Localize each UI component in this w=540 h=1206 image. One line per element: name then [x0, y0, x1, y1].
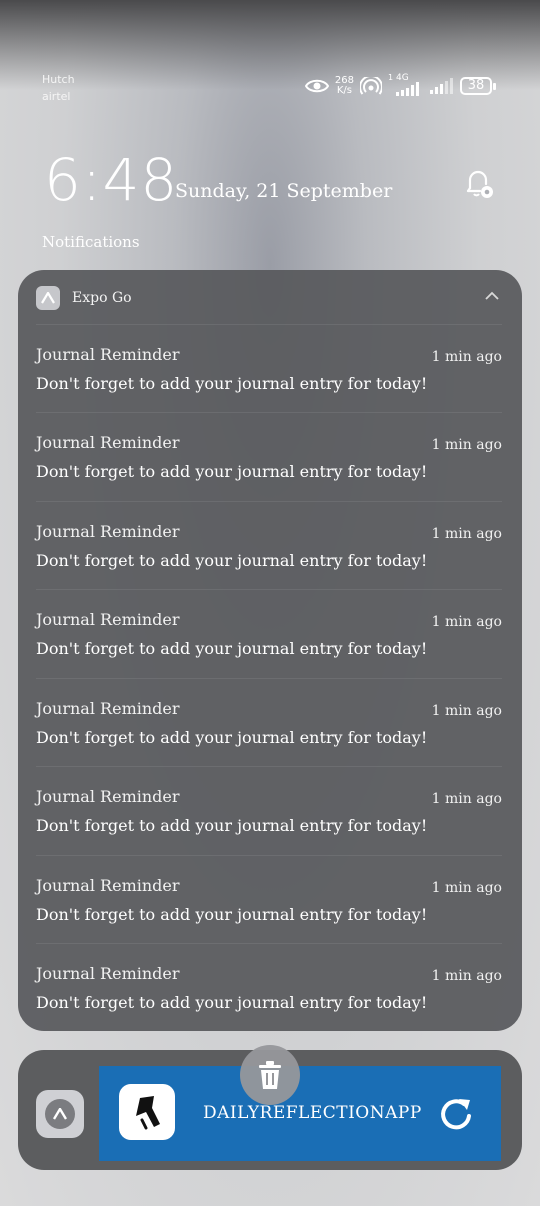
notification-time: 1 min ago [431, 437, 502, 453]
status-icons: 268 K/s 1 4G 38 [304, 73, 496, 96]
notification-title: Journal Reminder [36, 964, 180, 983]
clear-all-button[interactable] [240, 1045, 300, 1105]
notification-body: Don't forget to add your journal entry f… [36, 816, 428, 835]
notification-time: 1 min ago [431, 349, 502, 365]
trash-icon [259, 1061, 281, 1089]
sim-1-signal: 1 4G [388, 73, 424, 96]
notification-title: Journal Reminder [36, 522, 180, 541]
signal-icon [396, 82, 419, 96]
running-app-label: DAILYREFLECTIONAPP [203, 1103, 422, 1123]
refresh-icon[interactable] [437, 1094, 477, 1134]
expo-icon[interactable] [36, 1090, 84, 1138]
signal-icon [430, 78, 453, 94]
notification-body: Don't forget to add your journal entry f… [36, 728, 428, 747]
notification-item[interactable]: Journal Reminder 1 min ago Don't forget … [36, 766, 502, 855]
notifications-label: Notifications [42, 233, 140, 251]
notification-title: Journal Reminder [36, 610, 180, 629]
chevron-up-icon[interactable] [484, 290, 500, 302]
daily-reflection-app-icon [119, 1084, 175, 1140]
notification-time: 1 min ago [431, 880, 502, 896]
notification-item[interactable]: Journal Reminder 1 min ago Don't forget … [36, 324, 502, 413]
notification-title: Journal Reminder [36, 433, 180, 452]
battery-icon: 38 [460, 77, 496, 95]
app-name: Expo Go [72, 290, 132, 306]
notification-item[interactable]: Journal Reminder 1 min ago Don't forget … [36, 412, 502, 501]
battery-level: 38 [460, 77, 492, 95]
notification-body: Don't forget to add your journal entry f… [36, 551, 428, 570]
notification-body: Don't forget to add your journal entry f… [36, 374, 428, 393]
notification-group-header: Expo Go [36, 286, 132, 310]
status-bar: Hutch airtel 268 K/s 1 4G 38 [0, 0, 540, 120]
notification-body: Don't forget to add your journal entry f… [36, 639, 428, 658]
notification-item[interactable]: Journal Reminder 1 min ago Don't forget … [36, 678, 502, 767]
notification-body: Don't forget to add your journal entry f… [36, 905, 428, 924]
running-app-card[interactable]: DAILYREFLECTIONAPP [99, 1066, 501, 1161]
lockscreen-date: Sunday, 21 September [175, 180, 393, 202]
notification-time: 1 min ago [431, 703, 502, 719]
notification-item[interactable]: Journal Reminder 1 min ago Don't forget … [36, 943, 502, 1032]
eye-icon [304, 79, 329, 93]
notification-time: 1 min ago [431, 614, 502, 630]
notification-title: Journal Reminder [36, 876, 180, 895]
notification-title: Journal Reminder [36, 787, 180, 806]
expo-icon [36, 286, 60, 310]
notification-body: Don't forget to add your journal entry f… [36, 462, 428, 481]
notification-time: 1 min ago [431, 526, 502, 542]
notification-item[interactable]: Journal Reminder 1 min ago Don't forget … [36, 589, 502, 678]
lockscreen-clock: 6:48 [44, 146, 179, 214]
notification-title: Journal Reminder [36, 345, 180, 364]
notification-item[interactable]: Journal Reminder 1 min ago Don't forget … [36, 501, 502, 590]
notification-body: Don't forget to add your journal entry f… [36, 993, 428, 1012]
network-speed: 268 K/s [334, 75, 354, 96]
notification-time: 1 min ago [431, 791, 502, 807]
carrier-1: Hutch [42, 73, 75, 86]
notification-settings-icon[interactable] [460, 166, 496, 202]
notification-title: Journal Reminder [36, 699, 180, 718]
notification-item[interactable]: Journal Reminder 1 min ago Don't forget … [36, 855, 502, 944]
carrier-2: airtel [42, 90, 71, 103]
notification-time: 1 min ago [431, 968, 502, 984]
notification-group[interactable]: Expo Go Journal Reminder 1 min ago Don't… [18, 270, 522, 1031]
hotspot-icon [360, 77, 382, 95]
